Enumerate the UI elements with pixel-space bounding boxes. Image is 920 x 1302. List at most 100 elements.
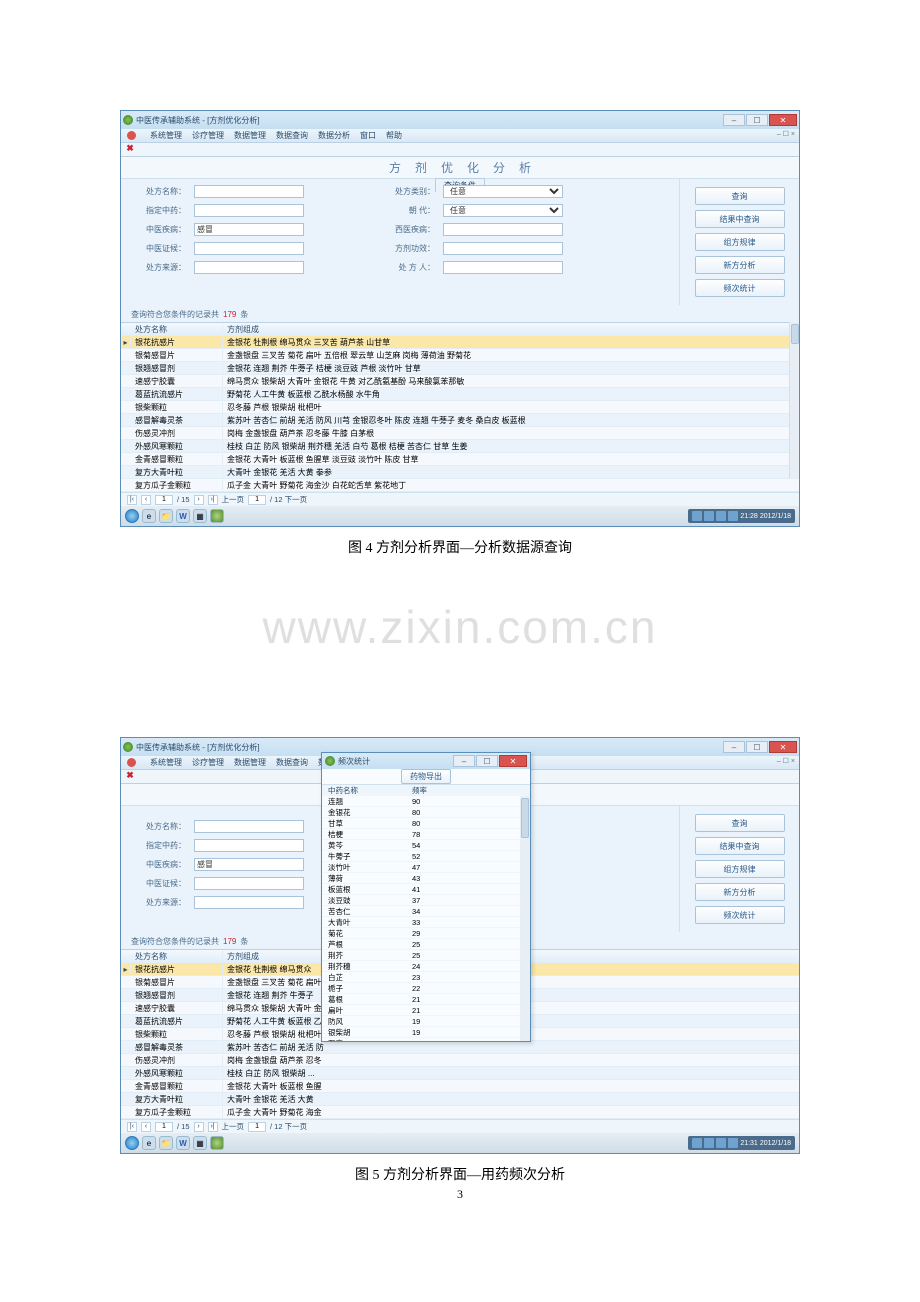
menu-orb-icon[interactable] <box>127 131 136 140</box>
freq-row[interactable]: 银柴胡19 <box>322 1027 530 1038</box>
page-prev-text[interactable]: 上一页 <box>222 1121 245 1132</box>
query-in-results-button[interactable]: 结果中查询 <box>695 837 785 855</box>
freq-row[interactable]: 芦根25 <box>322 939 530 950</box>
col-rx-comp[interactable]: 方剂组成 <box>223 324 799 335</box>
freq-row[interactable]: 大青叶33 <box>322 917 530 928</box>
rx-analysis-button[interactable]: 新方分析 <box>695 256 785 274</box>
group-rule-button[interactable]: 组方规律 <box>695 233 785 251</box>
minimize-button[interactable]: – <box>723 741 745 753</box>
table-row[interactable]: 银柴颗粒忍冬藤 芦根 银柴胡 枇杷叶 <box>121 401 799 414</box>
table-row[interactable]: 葛蓝抗流感片野菊花 人工牛黄 板蓝根 乙酰水杨酸 水牛角 <box>121 388 799 401</box>
freq-row[interactable]: 金银花80 <box>322 807 530 818</box>
col-rx-name[interactable]: 处方名称 <box>131 324 223 335</box>
menu-data-mgmt[interactable]: 数据管理 <box>234 130 266 141</box>
freq-row[interactable]: 荆芥穗24 <box>322 961 530 972</box>
freq-row[interactable]: 荆芥25 <box>322 950 530 961</box>
freq-row[interactable]: 苦杏仁34 <box>322 906 530 917</box>
page-input[interactable] <box>155 1122 173 1132</box>
menu-data-query[interactable]: 数据查询 <box>276 130 308 141</box>
table-row[interactable]: 外感风寒颗粒桂枝 白芷 防风 银柴胡 荆芥穗 羌活 白芍 葛根 桔梗 苦杏仁 甘… <box>121 440 799 453</box>
menu-data-analysis[interactable]: 数据分析 <box>318 130 350 141</box>
input-rx-source[interactable] <box>194 261 304 274</box>
query-button[interactable]: 查询 <box>695 814 785 832</box>
table-row[interactable]: ▸银花抗感片金银花 牡荆根 绵马贯众 三叉苦 葫芦茶 山甘草 <box>121 336 799 349</box>
input-tcm-disease[interactable] <box>194 858 304 871</box>
freq-row[interactable]: 白芷23 <box>322 972 530 983</box>
input-rx-name[interactable] <box>194 820 304 833</box>
page-next-button[interactable]: › <box>194 1122 204 1132</box>
table-row[interactable]: 复方瓜子金颗粒瓜子金 大青叶 野菊花 海金沙 白花蛇舌草 紫花地丁 <box>121 479 799 492</box>
freq-row[interactable]: 淡豆豉37 <box>322 895 530 906</box>
input-rx-source[interactable] <box>194 896 304 909</box>
freq-row[interactable]: 防风19 <box>322 1016 530 1027</box>
select-rx-type[interactable]: 任意 <box>443 185 563 198</box>
export-button[interactable]: 药物导出 <box>401 769 451 784</box>
taskbar-ie-icon[interactable]: e <box>142 1136 156 1150</box>
popup-max-button[interactable]: ☐ <box>476 755 498 767</box>
freq-row[interactable]: 桔梗78 <box>322 829 530 840</box>
freq-row[interactable]: 栀子22 <box>322 983 530 994</box>
page-first-button[interactable]: |‹ <box>127 1122 137 1132</box>
input-tcm-syndrome[interactable] <box>194 877 304 890</box>
freq-row[interactable]: 淡竹叶47 <box>322 862 530 873</box>
table-row[interactable]: 伤感灵冲剂岗梅 金盏银盘 葫芦茶 忍冬藤 牛膝 白茅根 <box>121 427 799 440</box>
freq-row[interactable]: 石膏18 <box>322 1038 530 1041</box>
menu-data-query[interactable]: 数据查询 <box>276 757 308 768</box>
group-rule-button[interactable]: 组方规律 <box>695 860 785 878</box>
freq-stat-button[interactable]: 频次统计 <box>695 906 785 924</box>
page-next-button[interactable]: › <box>194 495 204 505</box>
taskbar-app2-icon[interactable] <box>210 509 224 523</box>
input-tcm-disease[interactable] <box>194 223 304 236</box>
input-rx-name[interactable] <box>194 185 304 198</box>
taskbar-app2-icon[interactable] <box>210 1136 224 1150</box>
close-button[interactable]: ✕ <box>769 741 797 753</box>
freq-row[interactable]: 连翘90 <box>322 796 530 807</box>
menu-system[interactable]: 系统管理 <box>150 757 182 768</box>
taskbar-app-icon[interactable]: ▦ <box>193 1136 207 1150</box>
menu-data-mgmt[interactable]: 数据管理 <box>234 757 266 768</box>
popup-col-freq[interactable]: 频率 <box>412 785 472 796</box>
page-goto-input[interactable] <box>248 495 266 505</box>
tray-icon[interactable] <box>728 511 738 521</box>
start-button[interactable] <box>125 1136 139 1150</box>
mdi-controls[interactable]: – ☐ × <box>777 130 795 138</box>
freq-row[interactable]: 板蓝根41 <box>322 884 530 895</box>
taskbar-ie-icon[interactable]: e <box>142 509 156 523</box>
page-input[interactable] <box>155 495 173 505</box>
tray-icon[interactable] <box>704 1138 714 1148</box>
table-row[interactable]: 速感宁胶囊绵马贯众 银柴胡 大青叶 金银花 牛黄 对乙酰氨基酚 马来酸氯苯那敏 <box>121 375 799 388</box>
freq-row[interactable]: 薄荷43 <box>322 873 530 884</box>
tray-icon[interactable] <box>704 511 714 521</box>
close-button[interactable]: ✕ <box>769 114 797 126</box>
page-next-text[interactable]: / 12 下一页 <box>270 494 307 505</box>
mdi-close-icon[interactable]: ✖ <box>125 771 135 781</box>
popup-scrollbar[interactable] <box>520 796 530 1041</box>
freq-row[interactable]: 葛根21 <box>322 994 530 1005</box>
input-fixed-herb[interactable] <box>194 839 304 852</box>
popup-close-button[interactable]: ✕ <box>499 755 527 767</box>
start-button[interactable] <box>125 509 139 523</box>
freq-row[interactable]: 扁叶21 <box>322 1005 530 1016</box>
table-row[interactable]: 复方大青叶粒大青叶 金银花 羌活 大黄 拳参 <box>121 466 799 479</box>
query-in-results-button[interactable]: 结果中查询 <box>695 210 785 228</box>
table-row[interactable]: 金青感冒颗粒金银花 大青叶 板蓝根 鱼腥草 淡豆豉 淡竹叶 陈皮 甘草 <box>121 453 799 466</box>
tray-icon[interactable] <box>692 1138 702 1148</box>
menu-orb-icon[interactable] <box>127 758 136 767</box>
taskbar-word-icon[interactable]: W <box>176 1136 190 1150</box>
maximize-button[interactable]: ☐ <box>746 114 768 126</box>
taskbar-folder-icon[interactable]: 📁 <box>159 509 173 523</box>
menu-system[interactable]: 系统管理 <box>150 130 182 141</box>
tray-icon[interactable] <box>716 511 726 521</box>
tray-icon[interactable] <box>692 511 702 521</box>
col-rx-name[interactable]: 处方名称 <box>131 951 223 962</box>
mdi-controls[interactable]: – ☐ × <box>777 757 795 765</box>
input-rx-person[interactable] <box>443 261 563 274</box>
menu-clinic[interactable]: 诊疗管理 <box>192 757 224 768</box>
freq-row[interactable]: 牛蒡子52 <box>322 851 530 862</box>
menu-help[interactable]: 帮助 <box>386 130 402 141</box>
page-last-button[interactable]: ›| <box>208 495 218 505</box>
table-row[interactable]: 银翘感冒剂金银花 连翘 荆芥 牛蒡子 桔梗 淡豆豉 芦根 淡竹叶 甘草 <box>121 362 799 375</box>
menu-clinic[interactable]: 诊疗管理 <box>192 130 224 141</box>
table-row[interactable]: 伤感灵冲剂岗梅 金盏银盘 葫芦茶 忍冬 <box>121 1054 799 1067</box>
maximize-button[interactable]: ☐ <box>746 741 768 753</box>
